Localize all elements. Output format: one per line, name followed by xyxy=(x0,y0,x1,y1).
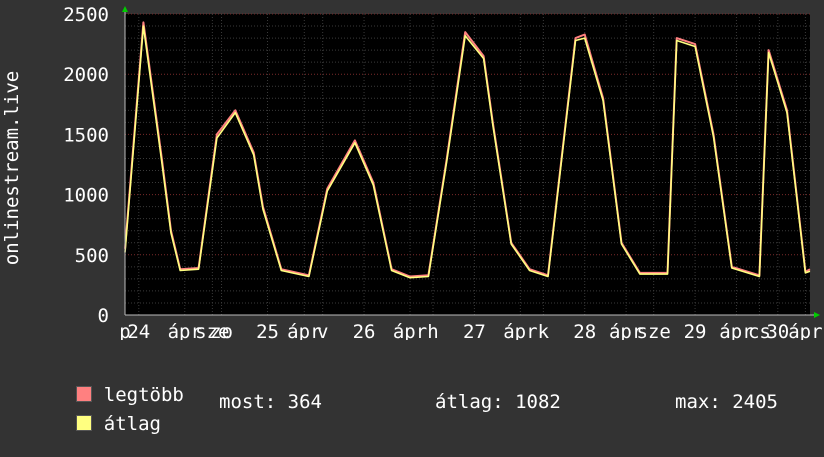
stat-maximum: max: 2405 xyxy=(675,391,778,413)
legend-label-avg: átlag xyxy=(103,413,161,435)
y-tick-label: 1000 xyxy=(63,185,109,207)
x-tick-label: 26 xyxy=(353,321,376,340)
x-tick-label: k xyxy=(538,321,550,340)
y-axis-arrow-icon xyxy=(122,6,128,12)
grid xyxy=(124,13,810,316)
y-axis: 0 500 1000 1500 2000 2500 xyxy=(63,4,109,327)
y-tick-label: 2500 xyxy=(63,4,109,26)
stat-current: most: 364 xyxy=(219,391,322,413)
legend-item-avg: átlag xyxy=(30,391,161,457)
x-axis: p24 áprszezo 25 áprv 26 ápr h 27 ápr k 28 áprsze 29 á… xyxy=(119,321,822,340)
x-tick-label: 27 xyxy=(463,321,486,340)
x-tick-label: ápr xyxy=(503,321,537,340)
plot-area xyxy=(125,14,810,315)
x-tick-label: sze xyxy=(637,321,671,340)
x-tick-label: 24 xyxy=(127,321,150,340)
stat-average: átlag: 1082 xyxy=(435,391,561,413)
x-tick-label: h xyxy=(427,321,438,340)
x-axis-arrow-icon xyxy=(814,312,820,318)
x-tick-label: 25 xyxy=(256,321,279,340)
y-tick-label: 1500 xyxy=(63,124,109,146)
x-tick-label: 29 xyxy=(684,321,707,340)
x-tick-label: ápr xyxy=(788,321,822,340)
legend-swatch-avg xyxy=(75,415,92,431)
y-axis-label: onlinestream.live xyxy=(1,71,23,265)
x-tick-label: ápr xyxy=(393,321,427,340)
traffic-chart: 05001000150020002500 p24 áprszezo 25 áprv 26… xyxy=(1,4,823,340)
graph-panel: 0 500 1000 1500 2000 2500 p 24 ápr sze zo 25 ápr v 26… xyxy=(0,0,824,435)
x-tick-label: zo xyxy=(210,321,233,340)
y-tick-label: 500 xyxy=(75,245,109,267)
x-tick-label: 28 xyxy=(573,321,596,340)
x-tick-label: 30 xyxy=(766,321,789,340)
y-tick-label: 0 xyxy=(98,305,109,327)
x-tick-label: v xyxy=(317,321,328,340)
y-tick-label: 2000 xyxy=(63,64,109,86)
